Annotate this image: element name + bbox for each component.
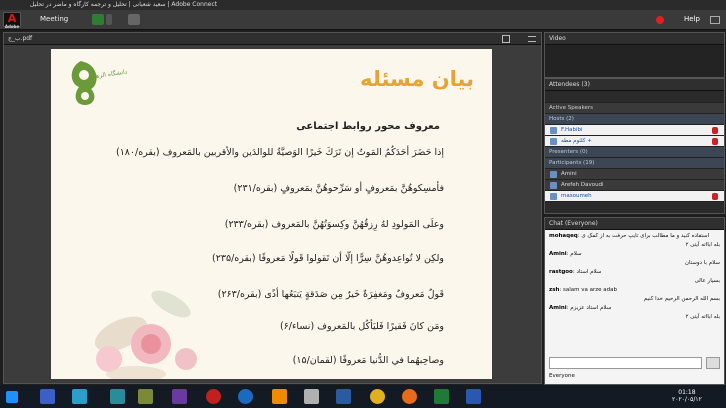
chat-message: rastgoo: سلام استاد (549, 269, 602, 275)
share-pod: ب_ج.pdf دانشگاه الزهرا بیان مسئله معروف … (3, 32, 542, 384)
user-icon (550, 171, 557, 178)
speaker-icon[interactable] (92, 14, 104, 25)
chat-message: سلام با دوستان (684, 260, 720, 266)
adobe-connect-logo: A Adobe (3, 12, 21, 29)
attendees-toolbar[interactable] (545, 91, 724, 103)
window-title: سعید شعبانی | تحلیل و ترجمه کارگاه و ماض… (0, 0, 726, 10)
record-indicator-icon (656, 16, 664, 24)
share-pod-header: ب_ج.pdf (4, 33, 541, 45)
video-pod-header: Video (545, 33, 724, 45)
chat-message: بله ابااته آیتی ۲ (685, 242, 720, 248)
chat-message: Amini: سلام استاد عزیزم (549, 305, 612, 311)
chat-message: بله ابااته آیتی ۲ (685, 314, 720, 320)
system-clock[interactable]: 01:18 ۲۰۲۰/۰۵/۱۲ (672, 389, 702, 403)
word-icon[interactable] (466, 389, 481, 404)
chat-message: mohaqeq: استفاده کنید و ما مطالب برای تا… (549, 233, 710, 239)
record-app-icon[interactable] (206, 389, 221, 404)
user-icon (550, 127, 557, 134)
attendee-row[interactable]: F.Habibi (545, 125, 724, 136)
slide-title: بیان مسئله (360, 67, 474, 91)
attendees-pod-header: Attendees (3) (545, 79, 724, 91)
verse-line: وعلَى المَولودِ لهُ رِزقُهُنَّ وكِسوَتُه… (224, 219, 444, 230)
app-icon[interactable] (138, 389, 153, 404)
slide-subtitle: معروف محور روابط اجتماعی (296, 121, 440, 132)
user-icon (550, 138, 557, 145)
user-icon (550, 193, 557, 200)
chrome-icon[interactable] (370, 389, 385, 404)
floral-decoration-icon (94, 290, 197, 379)
attendee-row[interactable]: Arefeh Davoudi (545, 180, 724, 191)
firefox-icon[interactable] (402, 389, 417, 404)
app-icon[interactable] (304, 389, 319, 404)
video-pod: Video (544, 32, 725, 78)
participants-section[interactable]: Participants (19) (545, 158, 724, 169)
mic-muted-icon (712, 138, 718, 145)
app-icon[interactable] (72, 389, 87, 404)
chat-message: Amini: سلام (549, 251, 582, 257)
verse-line: ولكِن لا تُواعِدوهُنَّ سِرًّا إلّا أن تَ… (212, 253, 444, 264)
window-controls[interactable] (710, 16, 720, 24)
active-speakers-row: Active Speakers (545, 103, 724, 114)
presenters-section[interactable]: Presenters (0) (545, 147, 724, 158)
mic-muted-icon (712, 193, 718, 200)
chat-recipient-select[interactable]: Everyone (549, 373, 575, 379)
chat-input[interactable] (549, 357, 702, 369)
chat-pod: Chat (Everyone) mohaqeq: استفاده کنید و … (544, 217, 725, 385)
verse-line: إذا حَضَرَ أحَدَكُمُ المَوتُ إن تَرَكَ خ… (115, 147, 444, 158)
windows-start-icon[interactable] (6, 391, 18, 403)
menu-bar: A Adobe Meeting Help (0, 10, 726, 30)
attendee-row[interactable]: کلثوم مطه + (545, 136, 724, 147)
app-icon[interactable] (238, 389, 253, 404)
chat-message: بسیار عالی (694, 278, 720, 284)
app-icon[interactable] (110, 389, 125, 404)
user-icon (550, 182, 557, 189)
chat-message: بسم الله الرحمن الرحیم خدا کنیم (643, 296, 720, 302)
attendees-pod: Attendees (3) Active Speakers Hosts (2) … (544, 78, 725, 214)
app-icon[interactable] (172, 389, 187, 404)
chat-message: zsh: salam va arze adab (549, 287, 617, 293)
pod-options-icon[interactable] (528, 36, 536, 42)
university-logo-icon (71, 61, 97, 105)
help-menu[interactable]: Help (684, 15, 700, 23)
app-icon[interactable] (40, 389, 55, 404)
hand-raise-icon[interactable] (128, 14, 140, 25)
app-icon[interactable] (336, 389, 351, 404)
attendee-row[interactable]: masoumeh (545, 191, 724, 202)
chat-pod-header: Chat (Everyone) (545, 218, 724, 230)
mic-muted-icon (712, 127, 718, 134)
verse-line: فأمسِكوهُنَّ بمَعروفٍ أو سَرِّحوهُنَّ بم… (233, 183, 444, 194)
attendee-row[interactable]: Amini (545, 169, 724, 180)
taskbar: 01:18 ۲۰۲۰/۰۵/۱۲ (0, 385, 726, 408)
fullscreen-icon[interactable] (502, 35, 510, 43)
meeting-menu[interactable]: Meeting (40, 15, 68, 23)
presentation-slide: دانشگاه الزهرا بیان مسئله معروف محور روا… (51, 49, 492, 379)
send-button[interactable] (706, 357, 720, 369)
vlc-icon[interactable] (272, 389, 287, 404)
speaker-dropdown-icon[interactable] (106, 14, 112, 25)
hosts-section[interactable]: Hosts (2) (545, 114, 724, 125)
file-name: ب_ج.pdf (8, 35, 33, 42)
chat-messages: mohaqeq: استفاده کنید و ما مطالب برای تا… (545, 230, 724, 322)
app-icon[interactable] (434, 389, 449, 404)
